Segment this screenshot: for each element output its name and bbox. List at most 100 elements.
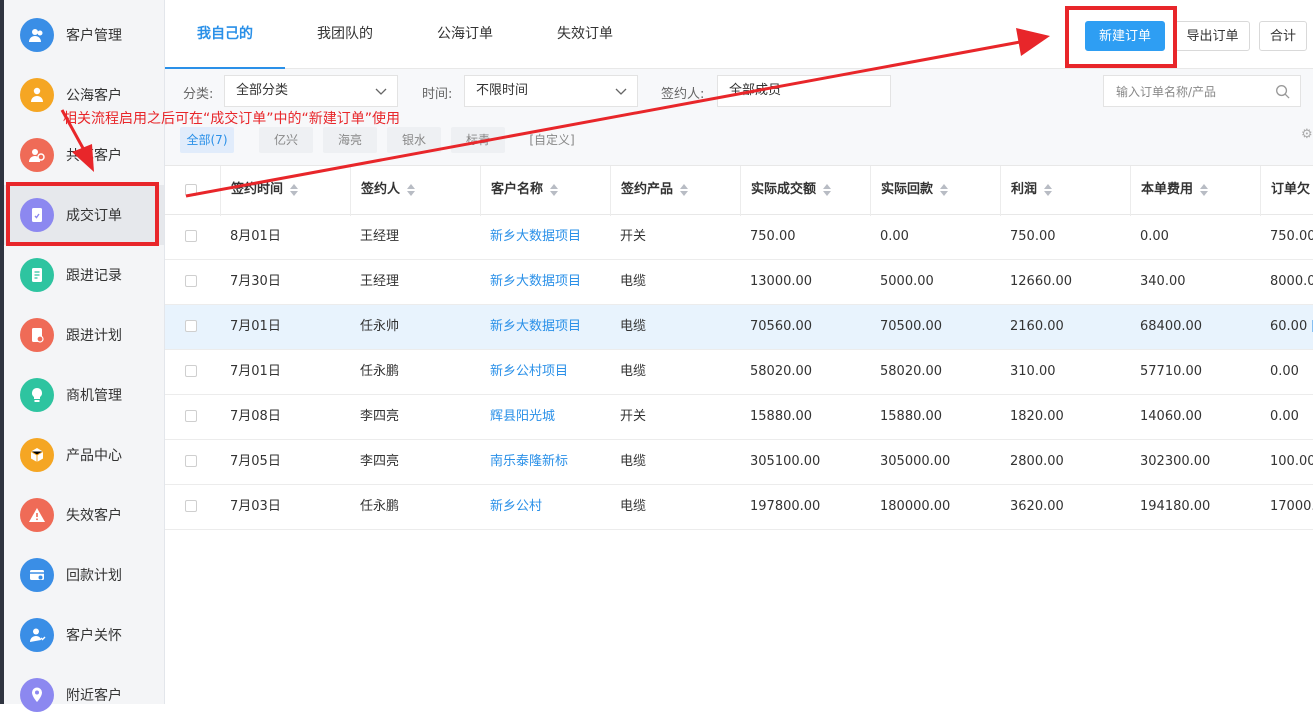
- sort-icon[interactable]: [1200, 183, 1209, 196]
- cell-text: 15880.00: [750, 409, 813, 424]
- chip-biaoqing[interactable]: 标青: [451, 127, 505, 153]
- customer-name-link[interactable]: 辉县阳光城: [480, 395, 610, 439]
- column-header-label: 实际成交额: [751, 182, 817, 197]
- sidebar-item-label: 公海客户: [66, 88, 122, 104]
- column-header[interactable]: 实际成交额: [740, 166, 870, 216]
- time-label: 时间:: [422, 87, 453, 102]
- table-cell: 0.00: [870, 215, 1000, 259]
- cell-text: 68400.00: [1140, 319, 1203, 334]
- sidebar-item-care[interactable]: 客户关怀: [4, 605, 164, 665]
- column-header[interactable]: 签约时间: [220, 166, 350, 216]
- chip-yixing[interactable]: 亿兴: [259, 127, 313, 153]
- row-checkbox[interactable]: [185, 365, 197, 377]
- time-select[interactable]: 不限时间: [464, 75, 638, 107]
- tab-invalid-orders[interactable]: 失效订单: [525, 0, 645, 68]
- cell-text: 李四亮: [360, 454, 400, 469]
- row-checkbox[interactable]: [185, 275, 197, 287]
- cell-text: 70560.00: [750, 319, 813, 334]
- customer-name-link[interactable]: 新乡大数据项目: [480, 215, 610, 259]
- table-row[interactable]: 7月01日 任永帅 新乡大数据项目 电缆 70560.00 70500.00 2160.00…: [165, 305, 1313, 350]
- tab-mine[interactable]: 我自己的: [165, 0, 285, 69]
- table-row[interactable]: 7月30日 王经理 新乡大数据项目 电缆 13000.00 5000.00 12660.00…: [165, 260, 1313, 305]
- table-row[interactable]: 7月03日 任永鹏 新乡公村 电缆 197800.00 180000.00 3620.00 1…: [165, 485, 1313, 530]
- time-value: 不限时间: [476, 83, 529, 98]
- tab-public-orders[interactable]: 公海订单: [405, 0, 525, 68]
- row-checkbox[interactable]: [185, 455, 197, 467]
- table-cell: 57710.00: [1130, 350, 1260, 394]
- export-order-button[interactable]: 导出订单: [1175, 21, 1250, 51]
- column-header[interactable]: 订单欠: [1260, 166, 1313, 216]
- column-header[interactable]: 本单费用: [1130, 166, 1260, 216]
- sidebar-item-label: 客户关怀: [66, 628, 122, 644]
- column-header[interactable]: 利润: [1000, 166, 1130, 216]
- table-row[interactable]: 7月01日 任永鹏 新乡公村项目 电缆 58020.00 58020.00 310.00 57…: [165, 350, 1313, 395]
- table-cell: 电缆: [610, 350, 740, 394]
- sort-icon[interactable]: [290, 183, 299, 196]
- chip-yinshui[interactable]: 银水: [387, 127, 441, 153]
- select-all-checkbox[interactable]: [185, 184, 197, 196]
- sort-icon[interactable]: [407, 183, 416, 196]
- cell-text: 8000.0: [1270, 274, 1313, 289]
- row-checkbox[interactable]: [185, 500, 197, 512]
- sort-icon[interactable]: [550, 183, 559, 196]
- cell-text: 12660.00: [1010, 274, 1073, 289]
- sidebar-item-label: 跟进计划: [66, 328, 122, 344]
- row-checkbox[interactable]: [185, 320, 197, 332]
- customer-name-link[interactable]: 新乡公村项目: [480, 350, 610, 394]
- search-input[interactable]: [1114, 82, 1268, 102]
- row-checkbox[interactable]: [185, 230, 197, 242]
- total-button[interactable]: 合计: [1259, 21, 1307, 51]
- column-header[interactable]: 实际回款: [870, 166, 1000, 216]
- table-cell: 0.00: [1260, 395, 1313, 439]
- gear-icon[interactable]: ⚙: [1301, 127, 1313, 142]
- cell-text: 0.00: [1270, 409, 1299, 424]
- table-cell: 开关: [610, 395, 740, 439]
- payment-icon: [20, 558, 54, 592]
- column-header[interactable]: 签约产品: [610, 166, 740, 216]
- table-row[interactable]: 8月01日 王经理 新乡大数据项目 开关 750.00 0.00 750.00 0.00 750…: [165, 215, 1313, 260]
- sidebar-item-opportunity[interactable]: 商机管理: [4, 365, 164, 425]
- customer-name-link[interactable]: 南乐泰隆新标: [480, 440, 610, 484]
- table-row[interactable]: 7月08日 李四亮 辉县阳光城 开关 15880.00 15880.00 1820.00 14…: [165, 395, 1313, 440]
- cell-text: 750.00: [1270, 229, 1313, 244]
- sort-icon[interactable]: [940, 183, 949, 196]
- sidebar-item-customers[interactable]: 客户管理: [4, 5, 164, 65]
- table-cell: 电缆: [610, 305, 740, 349]
- column-header[interactable]: 签约人: [350, 166, 480, 216]
- sidebar-item-record[interactable]: 跟进记录: [4, 245, 164, 305]
- cell-text: 新乡大数据项目: [490, 274, 582, 289]
- sidebar-item-shared-customer[interactable]: 共享客户: [4, 125, 164, 185]
- row-checkbox[interactable]: [185, 410, 197, 422]
- column-header[interactable]: 客户名称: [480, 166, 610, 216]
- cell-text: 任永帅: [360, 319, 400, 334]
- table-cell: 70500.00: [870, 305, 1000, 349]
- table-cell: 7月05日: [220, 440, 350, 484]
- tab-team[interactable]: 我团队的: [285, 0, 405, 68]
- sort-icon[interactable]: [1044, 183, 1053, 196]
- column-header-label: 实际回款: [881, 182, 934, 197]
- sort-icon[interactable]: [680, 183, 689, 196]
- sidebar-item-plan[interactable]: 跟进计划: [4, 305, 164, 365]
- sidebar-item-warning[interactable]: 失效客户: [4, 485, 164, 545]
- cell-text: 13000.00: [750, 274, 813, 289]
- chip-all[interactable]: 全部(7): [180, 127, 234, 153]
- sidebar-item-product[interactable]: 产品中心: [4, 425, 164, 485]
- category-select[interactable]: 全部分类: [224, 75, 398, 107]
- table-cell: 任永帅: [350, 305, 480, 349]
- customer-name-link[interactable]: 新乡公村: [480, 485, 610, 529]
- chip-custom[interactable]: [自定义]: [515, 127, 589, 153]
- annotation-text: 相关流程启用之后可在“成交订单”中的“新建订单”使用: [63, 111, 401, 127]
- cell-text: 15880.00: [880, 409, 943, 424]
- search-icon[interactable]: [1275, 84, 1290, 99]
- sort-icon[interactable]: [823, 183, 832, 196]
- sidebar-item-payment[interactable]: 回款计划: [4, 545, 164, 605]
- chip-hailiang[interactable]: 海亮: [323, 127, 377, 153]
- cell-text: 新乡公村: [490, 499, 543, 514]
- table-cell: 750.00: [1260, 215, 1313, 259]
- cell-text: 70500.00: [880, 319, 943, 334]
- customer-name-link[interactable]: 新乡大数据项目: [480, 305, 610, 349]
- signer-select[interactable]: 全部成员: [717, 75, 891, 107]
- sidebar-item-location[interactable]: 附近客户: [4, 665, 164, 725]
- table-row[interactable]: 7月05日 李四亮 南乐泰隆新标 电缆 305100.00 305000.00 2800.0…: [165, 440, 1313, 485]
- customer-name-link[interactable]: 新乡大数据项目: [480, 260, 610, 304]
